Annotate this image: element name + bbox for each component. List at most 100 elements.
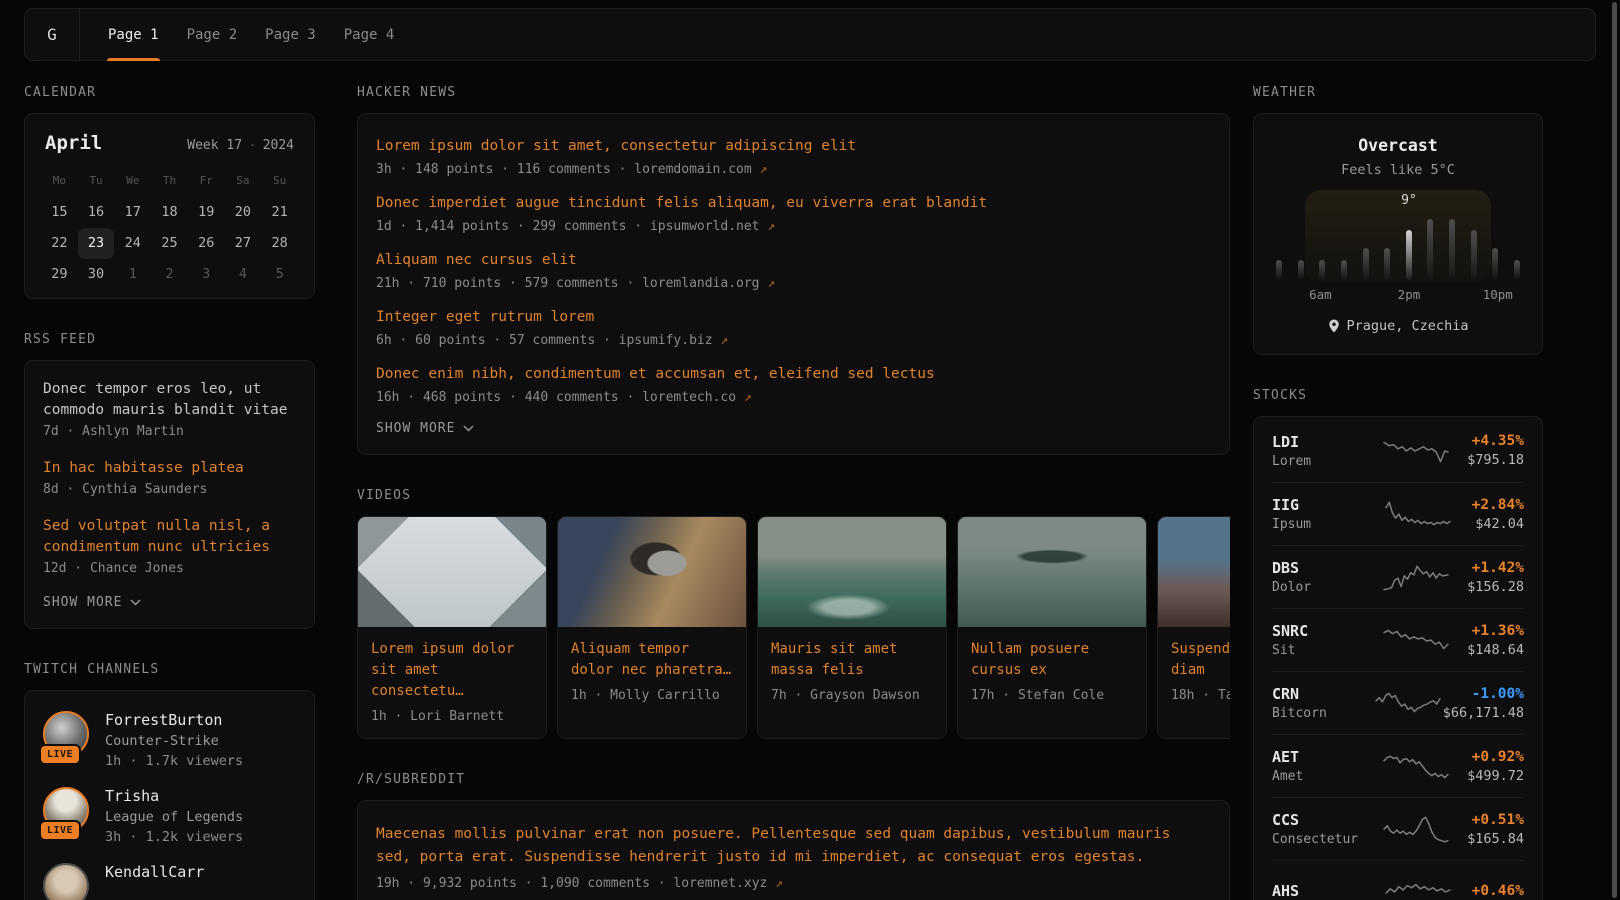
tab-page-4[interactable]: Page 4: [330, 9, 409, 60]
stock-row[interactable]: SNRC Sit +1.36% $148.64: [1272, 608, 1524, 671]
hn-domain: ipsumworld.net: [650, 219, 760, 234]
left-column: CALENDAR April Week 17 · 2024 Mo Tu We: [24, 85, 315, 900]
twitch-channel[interactable]: LIVE Trisha League of Legends 3h · 1.2k …: [43, 787, 296, 845]
show-more-label: SHOW MORE: [43, 595, 122, 610]
hour-bar-current: [1406, 230, 1412, 280]
stock-change: +0.92%: [1467, 749, 1524, 765]
rss-article-link[interactable]: Sed volutpat nulla nisl, a condimentum n…: [43, 516, 296, 576]
rss-article-link[interactable]: In hac habitasse platea 8d · Cynthia Sau…: [43, 458, 296, 497]
video-card[interactable]: Aliquam tempor dolor nec pharetra… 1h · …: [557, 516, 747, 739]
stock-sparkline: [1383, 435, 1449, 467]
stock-row[interactable]: AHS +0.46%: [1272, 860, 1524, 900]
video-meta: 18h · Tara: [1171, 688, 1230, 703]
stock-change: +0.46%: [1472, 883, 1524, 899]
stock-change: +1.42%: [1467, 560, 1524, 576]
video-card[interactable]: Nullam posuere cursus ex 17h · Stefan Co…: [957, 516, 1147, 739]
app-logo[interactable]: G: [25, 9, 80, 60]
hour-bar: [1514, 260, 1520, 280]
hn-show-more-button[interactable]: SHOW MORE: [376, 421, 1211, 436]
calendar-day: 24: [114, 228, 151, 259]
video-thumbnail: [358, 517, 546, 627]
video-card[interactable]: Suspendisse diam 18h · Tara: [1157, 516, 1230, 739]
tab-page-3[interactable]: Page 3: [251, 9, 330, 60]
calendar-day: 30: [78, 259, 115, 290]
videos-section: VIDEOS Lorem ipsum dolor sit amet consec…: [357, 488, 1230, 739]
twitch-section: TWITCH CHANNELS LIVE ForrestBurton Count…: [24, 662, 315, 900]
rss-article-link[interactable]: Donec tempor eros leo, ut commodo mauris…: [43, 379, 296, 439]
weather-widget: Overcast Feels like 5°C 9°: [1253, 113, 1543, 355]
hour-bar: [1276, 260, 1282, 280]
channel-name: KendallCarr: [105, 863, 204, 881]
calendar-grid: Mo Tu We Th Fr Sa Su 15 16 17 18 19 20 2…: [41, 168, 298, 290]
stock-price: $66,171.48: [1443, 705, 1524, 721]
calendar-section-title: CALENDAR: [24, 85, 315, 100]
hn-meta-text: 1d · 1,414 points · 299 comments ·: [376, 219, 650, 234]
weather-hour-labels: 6am 2pm 10pm: [1276, 287, 1520, 303]
hn-domain-link[interactable]: loremdomain.com ↗: [634, 162, 767, 177]
tab-page-2[interactable]: Page 2: [173, 9, 252, 60]
videos-section-title: VIDEOS: [357, 488, 1230, 503]
stock-name: Ipsum: [1272, 517, 1374, 532]
calendar-day-next-month: 1: [114, 259, 151, 290]
hn-story-title: Integer eget rutrum lorem: [376, 307, 1211, 327]
stock-row[interactable]: LDI Lorem +4.35% $795.18: [1272, 419, 1524, 482]
weekday-label: Fr: [188, 168, 225, 197]
hn-story-meta: 3h · 148 points · 116 comments · loremdo…: [376, 162, 1211, 177]
hour-bar: [1384, 248, 1390, 280]
stock-id: DBS Dolor: [1272, 559, 1374, 595]
stock-row[interactable]: CCS Consectetur +0.51% $165.84: [1272, 797, 1524, 860]
hn-story[interactable]: Donec enim nibh, condimentum et accumsan…: [376, 364, 1211, 405]
reddit-domain-link[interactable]: loremnet.xyz ↗: [673, 876, 783, 891]
weekday-label: Su: [261, 168, 298, 197]
dot-separator: ·: [249, 139, 256, 152]
stock-price: $165.84: [1467, 831, 1524, 847]
stock-price: $156.28: [1467, 579, 1524, 595]
stock-row[interactable]: CRN Bitcorn -1.00% $66,171.48: [1272, 671, 1524, 734]
rss-show-more-button[interactable]: SHOW MORE: [43, 595, 296, 610]
twitch-channel[interactable]: LIVE ForrestBurton Counter-Strike 1h · 1…: [43, 711, 296, 769]
stock-values: +0.92% $499.72: [1467, 749, 1524, 784]
stock-values: +0.46%: [1472, 883, 1524, 900]
hn-story[interactable]: Aliquam nec cursus elit 21h · 710 points…: [376, 250, 1211, 291]
weekday-label: Th: [151, 168, 188, 197]
hn-domain-link[interactable]: loremlandia.org ↗: [642, 276, 775, 291]
video-card[interactable]: Lorem ipsum dolor sit amet consectetu… 1…: [357, 516, 547, 739]
weather-condition: Overcast: [1276, 136, 1520, 155]
stock-symbol: AET: [1272, 748, 1374, 766]
video-card[interactable]: Mauris sit amet massa felis 7h · Grayson…: [757, 516, 947, 739]
calendar-day: 22: [41, 228, 78, 259]
calendar-day-next-month: 3: [188, 259, 225, 290]
stock-values: +1.42% $156.28: [1467, 560, 1524, 595]
hn-story-meta: 6h · 60 points · 57 comments · ipsumify.…: [376, 333, 1211, 348]
page-scrollbar[interactable]: [1612, 2, 1617, 898]
calendar-day: 19: [188, 197, 225, 228]
weekday-label: Mo: [41, 168, 78, 197]
stock-id: SNRC Sit: [1272, 622, 1374, 658]
channel-info: KendallCarr: [105, 863, 204, 900]
calendar-day-selected: 23: [78, 228, 115, 259]
stock-symbol: LDI: [1272, 433, 1374, 451]
hn-domain-link[interactable]: ipsumify.biz ↗: [619, 333, 729, 348]
calendar-section: CALENDAR April Week 17 · 2024 Mo Tu We: [24, 85, 315, 299]
hn-story[interactable]: Donec imperdiet augue tincidunt felis al…: [376, 193, 1211, 234]
reddit-post[interactable]: Maecenas mollis pulvinar erat non posuer…: [376, 823, 1211, 891]
hn-story[interactable]: Integer eget rutrum lorem 6h · 60 points…: [376, 307, 1211, 348]
stock-values: -1.00% $66,171.48: [1443, 686, 1524, 721]
stock-sparkline: [1383, 624, 1449, 656]
twitch-channel[interactable]: KendallCarr: [43, 863, 296, 900]
hn-story[interactable]: Lorem ipsum dolor sit amet, consectetur …: [376, 136, 1211, 177]
weekday-label: Sa: [225, 168, 262, 197]
hn-meta-text: 6h · 60 points · 57 comments ·: [376, 333, 619, 348]
hacker-news-widget: Lorem ipsum dolor sit amet, consectetur …: [357, 113, 1230, 455]
stock-row[interactable]: AET Amet +0.92% $499.72: [1272, 734, 1524, 797]
tab-page-1[interactable]: Page 1: [94, 9, 173, 60]
weather-location: Prague, Czechia: [1276, 318, 1520, 334]
hn-domain-link[interactable]: ipsumworld.net ↗: [650, 219, 775, 234]
hn-domain-link[interactable]: loremtech.co ↗: [642, 390, 752, 405]
stock-sparkline: [1383, 813, 1449, 845]
hn-story-title: Donec imperdiet augue tincidunt felis al…: [376, 193, 1211, 213]
stock-row[interactable]: DBS Dolor +1.42% $156.28: [1272, 545, 1524, 608]
stock-row[interactable]: IIG Ipsum +2.84% $42.04: [1272, 482, 1524, 545]
top-navbar: G Page 1 Page 2 Page 3 Page 4: [24, 8, 1596, 61]
hn-meta-text: 21h · 710 points · 579 comments ·: [376, 276, 642, 291]
